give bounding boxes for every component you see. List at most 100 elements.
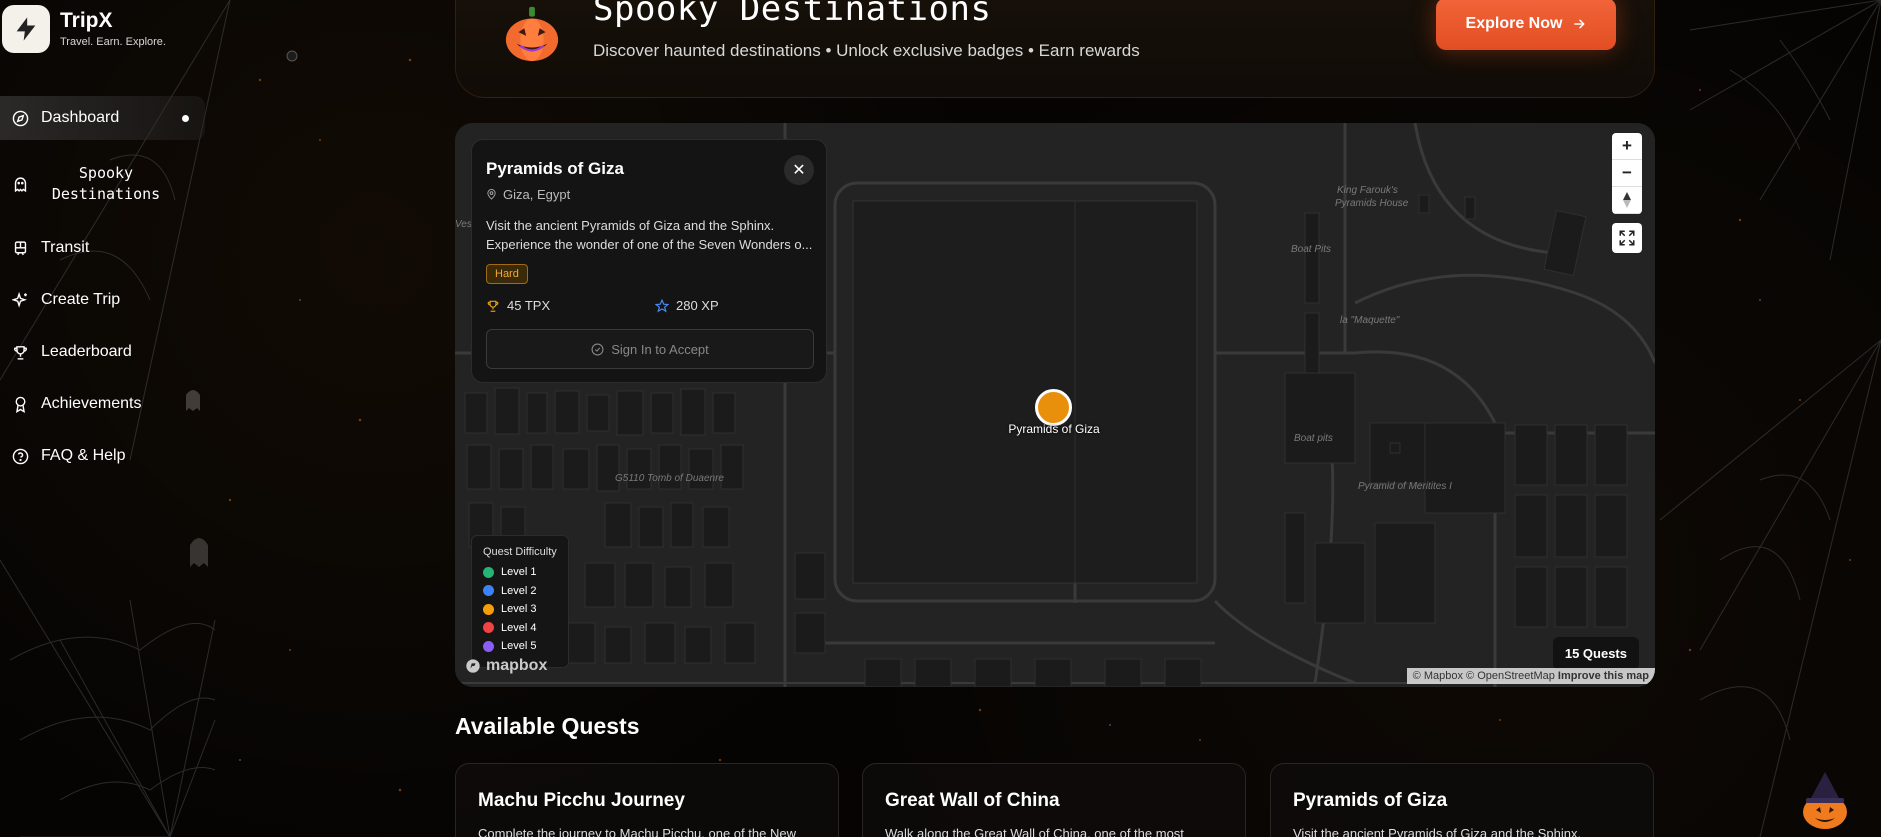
- close-icon: ✕: [792, 162, 806, 179]
- legend-title: Quest Difficulty: [483, 546, 557, 558]
- spider-icon: [286, 50, 298, 62]
- quest-card-title: Great Wall of China: [885, 790, 1060, 811]
- level-2-dot: [483, 585, 494, 597]
- sidebar-item-create-trip[interactable]: Create Trip: [0, 274, 215, 326]
- sidebar-item-transit[interactable]: Transit: [0, 222, 215, 274]
- legend-label: Level 4: [501, 621, 537, 634]
- zoom-in-button[interactable]: +: [1612, 133, 1642, 160]
- sidebar-item-faq-help[interactable]: FAQ & Help: [0, 430, 215, 482]
- quest-count-badge: 15 Quests: [1552, 637, 1639, 670]
- popup-close-button[interactable]: ✕: [784, 155, 814, 185]
- xp-reward: 280 XP: [655, 298, 719, 313]
- check-circle-icon: [591, 343, 604, 355]
- level-1-dot: [483, 566, 494, 578]
- map-attribution: © Mapbox © OpenStreetMap Improve this ma…: [1406, 668, 1655, 684]
- fullscreen-button[interactable]: [1612, 223, 1642, 253]
- explore-now-button[interactable]: Explore Now: [1436, 0, 1616, 50]
- compass-icon: [12, 110, 29, 127]
- improve-map-link[interactable]: Improve this map: [1558, 670, 1649, 682]
- sidebar-item-label: Leaderboard: [41, 343, 132, 360]
- sign-in-label: Sign In to Accept: [611, 341, 709, 357]
- difficulty-legend: Quest Difficulty Level 1 Level 2 Level 3…: [471, 535, 569, 668]
- xp-value: 280 XP: [676, 298, 719, 313]
- compass-needle-icon: [1623, 192, 1631, 208]
- popup-location-text: Giza, Egypt: [503, 187, 571, 202]
- legend-item: Level 5: [483, 637, 568, 656]
- legend-label: Level 2: [501, 584, 537, 597]
- popup-location: Giza, Egypt: [486, 187, 570, 202]
- app-tagline: Travel. Earn. Explore.: [60, 36, 166, 48]
- sidebar-item-label: Spooky Destinations: [51, 164, 161, 203]
- level-4-dot: [483, 622, 494, 634]
- quest-card[interactable]: Machu Picchu Journey Complete the journe…: [455, 763, 839, 837]
- map-label-boat-pits-2: Boat pits: [1294, 433, 1333, 444]
- sparkles-icon: [12, 291, 29, 309]
- active-indicator: [182, 114, 189, 122]
- pumpkin-icon: [505, 6, 559, 62]
- quest-card-description: Walk along the Great Wall of China, one …: [885, 826, 1184, 837]
- legend-label: Level 3: [501, 603, 537, 616]
- zoom-controls: + −: [1612, 133, 1642, 214]
- mapbox-attribution-link[interactable]: © Mapbox: [1413, 670, 1463, 682]
- trophy-icon: [12, 344, 29, 361]
- sidebar-nav: Dashboard Spooky Destinations Transit Cr…: [0, 96, 215, 482]
- sidebar-item-dashboard[interactable]: Dashboard: [0, 96, 205, 140]
- banner-subtitle: Discover haunted destinations • Unlock e…: [593, 41, 1140, 60]
- quest-popup: Pyramids of Giza Giza, Egypt Visit the a…: [471, 139, 827, 383]
- sidebar-item-label: Create Trip: [41, 291, 121, 308]
- quest-marker[interactable]: [1035, 389, 1072, 426]
- sidebar-item-achievements[interactable]: Achievements: [0, 378, 215, 430]
- reset-bearing-button[interactable]: [1612, 187, 1642, 214]
- map-label-tomb: G5110 Tomb of Duaenre: [615, 473, 724, 484]
- map-label-king-farouk: King Farouk's: [1337, 185, 1398, 196]
- legend-item: Level 2: [483, 582, 568, 601]
- quest-card[interactable]: Pyramids of Giza Visit the ancient Pyram…: [1270, 763, 1654, 837]
- quest-card-title: Machu Picchu Journey: [478, 790, 685, 811]
- spooky-banner: Spooky Destinations Discover haunted des…: [455, 0, 1655, 98]
- legend-item: Level 1: [483, 563, 568, 582]
- popup-title: Pyramids of Giza: [486, 159, 624, 178]
- banner-title: Spooky Destinations: [593, 0, 992, 29]
- map-label-meritites: Pyramid of Meritites I: [1358, 481, 1452, 492]
- sign-in-to-accept-button[interactable]: Sign In to Accept: [486, 329, 814, 369]
- quest-card[interactable]: Great Wall of China Walk along the Great…: [862, 763, 1246, 837]
- arrow-right-icon: [1574, 19, 1586, 29]
- logo-bolt-icon: [2, 5, 50, 53]
- quest-card-title: Pyramids of Giza: [1293, 790, 1448, 811]
- help-circle-icon: [12, 448, 29, 465]
- sidebar-item-leaderboard[interactable]: Leaderboard: [0, 326, 215, 378]
- quest-card-description: Complete the journey to Machu Picchu, on…: [478, 826, 796, 837]
- mapbox-icon: [466, 659, 480, 673]
- sidebar: TripX Travel. Earn. Explore. Dashboard S…: [0, 0, 215, 837]
- available-quests-title: Available Quests: [455, 713, 640, 739]
- quest-card-description: Visit the ancient Pyramids of Giza and t…: [1293, 826, 1582, 837]
- train-icon: [12, 240, 29, 257]
- quest-map[interactable]: King Farouk's Pyramids House Boat Pits l…: [455, 123, 1655, 687]
- legend-label: Level 1: [501, 566, 537, 579]
- level-5-dot: [483, 640, 494, 652]
- award-icon: [12, 396, 29, 413]
- osm-attribution-link[interactable]: © OpenStreetMap: [1466, 670, 1555, 682]
- zoom-out-button[interactable]: −: [1612, 160, 1642, 187]
- level-3-dot: [483, 603, 494, 615]
- app-logo[interactable]: TripX Travel. Earn. Explore.: [2, 5, 166, 53]
- sidebar-item-label: Achievements: [41, 395, 142, 412]
- tpx-value: 45 TPX: [507, 298, 551, 313]
- tpx-reward: 45 TPX: [486, 298, 550, 313]
- legend-label: Level 5: [501, 640, 537, 653]
- map-label-maquette: la "Maquette": [1340, 315, 1400, 326]
- star-icon: [655, 298, 669, 313]
- sidebar-item-spooky-destinations[interactable]: Spooky Destinations: [0, 146, 215, 222]
- mapbox-logo[interactable]: mapbox: [465, 657, 547, 675]
- explore-now-label: Explore Now: [1465, 15, 1563, 32]
- map-label-west: Ves: [455, 219, 472, 230]
- map-label-boat-pits-1: Boat Pits: [1291, 244, 1331, 255]
- witch-pumpkin-mascot-icon[interactable]: [1800, 770, 1850, 830]
- app-name: TripX: [60, 9, 113, 32]
- difficulty-badge: Hard: [486, 264, 528, 284]
- sidebar-item-label: Transit: [41, 239, 90, 256]
- legend-item: Level 3: [483, 600, 568, 619]
- map-label-pyramids-house: Pyramids House: [1335, 198, 1409, 209]
- marker-label: Pyramids of Giza: [1008, 422, 1100, 436]
- map-pin-icon: [487, 189, 496, 200]
